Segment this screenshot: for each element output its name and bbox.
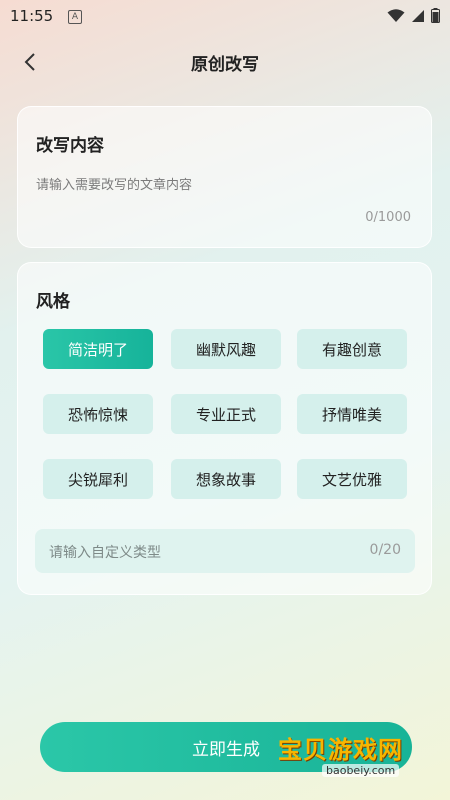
watermark-url: baobeiy.com: [322, 764, 400, 777]
header: 原创改写: [0, 40, 450, 84]
custom-style-counter: 0/20: [369, 542, 401, 558]
watermark: 宝贝游戏网 baobeiy.com: [274, 712, 424, 782]
rewrite-content-label: 改写内容: [36, 136, 104, 156]
rewrite-content-input[interactable]: 请输入需要改写的文章内容: [36, 174, 192, 193]
style-option-chip[interactable]: 想象故事: [171, 459, 281, 499]
signal-icon: [412, 9, 424, 22]
custom-style-input[interactable]: 请输入自定义类型 0/20: [35, 529, 415, 573]
status-time: 11:55: [10, 7, 54, 25]
wifi-icon: [387, 8, 405, 22]
rewrite-char-counter: 0/1000: [365, 210, 411, 225]
style-option-chip[interactable]: 专业正式: [171, 394, 281, 434]
status-notification-icon: A: [68, 10, 82, 24]
style-option-chip[interactable]: 尖锐犀利: [43, 459, 153, 499]
style-option-chip[interactable]: 恐怖惊悚: [43, 394, 153, 434]
status-bar: 11:55 A: [0, 0, 450, 32]
custom-style-placeholder: 请输入自定义类型: [49, 545, 161, 561]
rewrite-content-card: 改写内容 请输入需要改写的文章内容 0/1000: [17, 106, 432, 248]
battery-icon: [431, 8, 440, 23]
style-option-chip[interactable]: 幽默风趣: [171, 329, 281, 369]
style-option-chip[interactable]: 抒情唯美: [297, 394, 407, 434]
style-label: 风格: [36, 292, 70, 312]
watermark-text: 宝贝游戏网: [278, 736, 403, 764]
style-option-chip[interactable]: 文艺优雅: [297, 459, 407, 499]
style-option-chip[interactable]: 简洁明了: [43, 329, 153, 369]
style-card: 风格 简洁明了 幽默风趣 有趣创意 恐怖惊悚 专业正式 抒情唯美 尖锐犀利 想象故事 文艺优雅 …: [17, 262, 432, 595]
style-option-chip[interactable]: 有趣创意: [297, 329, 407, 369]
status-icons: [387, 8, 440, 23]
page-title: 原创改写: [191, 55, 259, 75]
